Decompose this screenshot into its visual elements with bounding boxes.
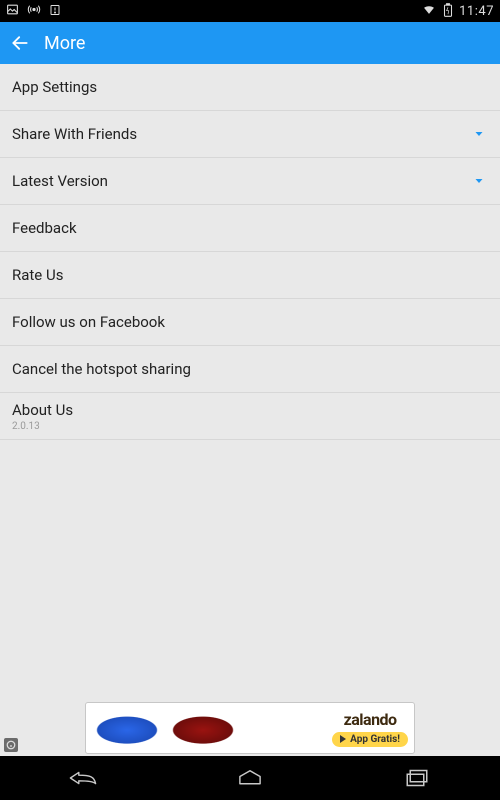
alert-icon [49,4,61,19]
row-follow-facebook[interactable]: Follow us on Facebook [0,299,500,346]
row-label: Feedback [12,219,77,237]
picture-icon [6,3,19,19]
ad-banner[interactable]: zalando App Gratis! [85,702,415,754]
row-label: Cancel the hotspot sharing [12,360,191,378]
row-app-settings[interactable]: App Settings [0,64,500,111]
row-feedback[interactable]: Feedback [0,205,500,252]
content-area: App Settings Share With Friends Latest V… [0,64,500,756]
nav-recent-button[interactable] [387,764,447,792]
system-nav-bar [0,756,500,800]
app-bar: More [0,22,500,64]
nav-home-button[interactable] [220,764,280,792]
battery-icon [443,3,453,20]
ad-brand-label: zalando [344,710,397,729]
play-icon [340,735,346,743]
row-label: Latest Version [12,172,108,190]
row-latest-version[interactable]: Latest Version [0,158,500,205]
hotspot-icon [27,3,41,19]
ad-info-icon[interactable] [4,738,18,752]
page-title: More [44,33,85,54]
row-share-with-friends[interactable]: Share With Friends [0,111,500,158]
row-about-us[interactable]: About Us 2.0.13 [0,393,500,440]
ad-cta-label: App Gratis! [350,734,400,745]
row-label: App Settings [12,78,97,96]
expand-icon [470,175,488,187]
wifi-icon [421,3,437,19]
row-label: Share With Friends [12,125,137,143]
ad-text-block: zalando App Gratis! [332,710,408,747]
row-cancel-hotspot[interactable]: Cancel the hotspot sharing [0,346,500,393]
ad-cta-button[interactable]: App Gratis! [332,732,408,747]
status-bar: 11:47 [0,0,500,22]
version-text: 2.0.13 [12,421,488,432]
ad-banner-container: zalando App Gratis! [0,700,500,756]
ad-image-shoe-blue [92,707,162,749]
status-clock: 11:47 [459,4,494,19]
ad-image-shoe-red [168,707,238,749]
row-label: Follow us on Facebook [12,313,165,331]
row-label: About Us [12,401,488,419]
expand-icon [470,128,488,140]
settings-list: App Settings Share With Friends Latest V… [0,64,500,440]
back-icon[interactable] [10,33,30,53]
row-label: Rate Us [12,266,63,284]
nav-back-button[interactable] [53,764,113,792]
row-rate-us[interactable]: Rate Us [0,252,500,299]
